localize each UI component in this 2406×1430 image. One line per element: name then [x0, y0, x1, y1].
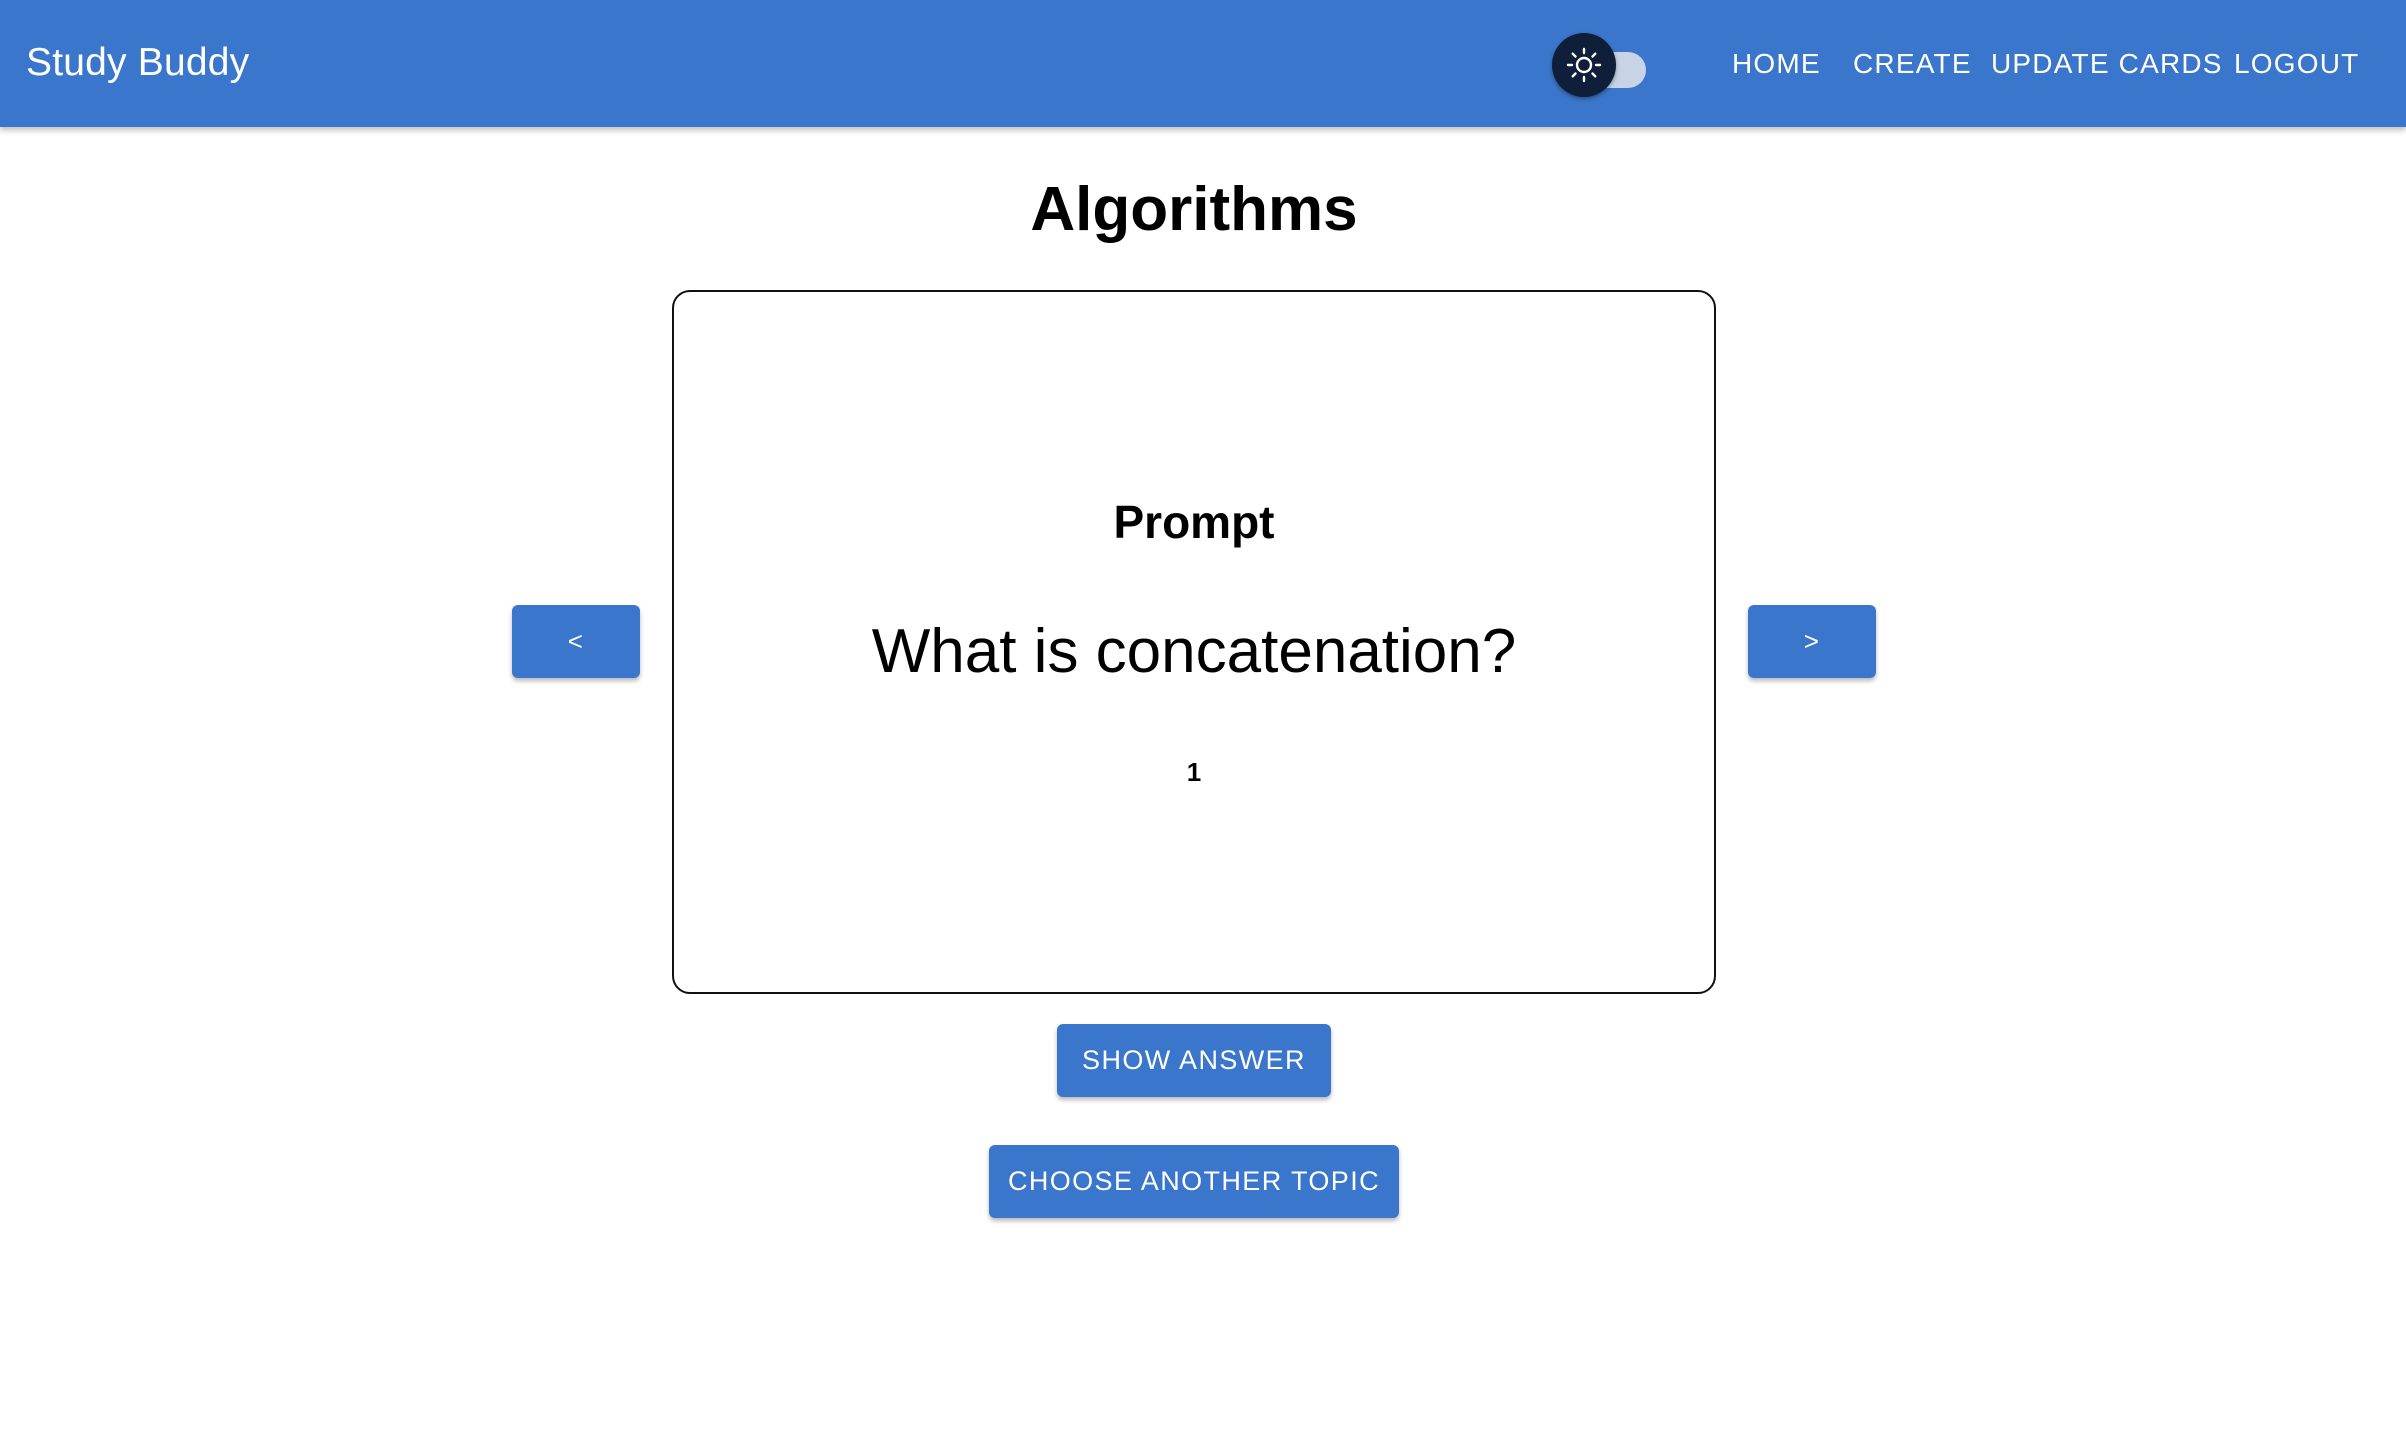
- sun-icon: [1566, 47, 1602, 83]
- theme-toggle[interactable]: [1552, 32, 1648, 97]
- choose-another-topic-button[interactable]: CHOOSE ANOTHER TOPIC: [989, 1145, 1399, 1218]
- card-side-label: Prompt: [1113, 496, 1275, 548]
- nav-update-cards-link[interactable]: UPDATE CARDS: [1991, 44, 2223, 84]
- show-answer-button[interactable]: SHOW ANSWER: [1057, 1024, 1331, 1097]
- nav-create-link[interactable]: CREATE: [1853, 44, 1972, 84]
- card-number: 1: [1186, 757, 1202, 787]
- app-bar: Study Buddy HOME CREATE UPDATE CARDS LOG: [0, 0, 2406, 127]
- next-card-button[interactable]: >: [1748, 605, 1876, 678]
- flashcard: Prompt What is concatenation? 1: [672, 290, 1716, 994]
- toggle-thumb[interactable]: [1552, 33, 1616, 97]
- previous-card-button[interactable]: <: [512, 605, 640, 678]
- nav-home-link[interactable]: HOME: [1732, 44, 1821, 84]
- nav-logout-link[interactable]: LOGOUT: [2234, 44, 2359, 84]
- page-title: Algorithms: [1030, 175, 1358, 244]
- card-prompt-text: What is concatenation?: [871, 617, 1517, 686]
- brand-title: Study Buddy: [26, 41, 250, 84]
